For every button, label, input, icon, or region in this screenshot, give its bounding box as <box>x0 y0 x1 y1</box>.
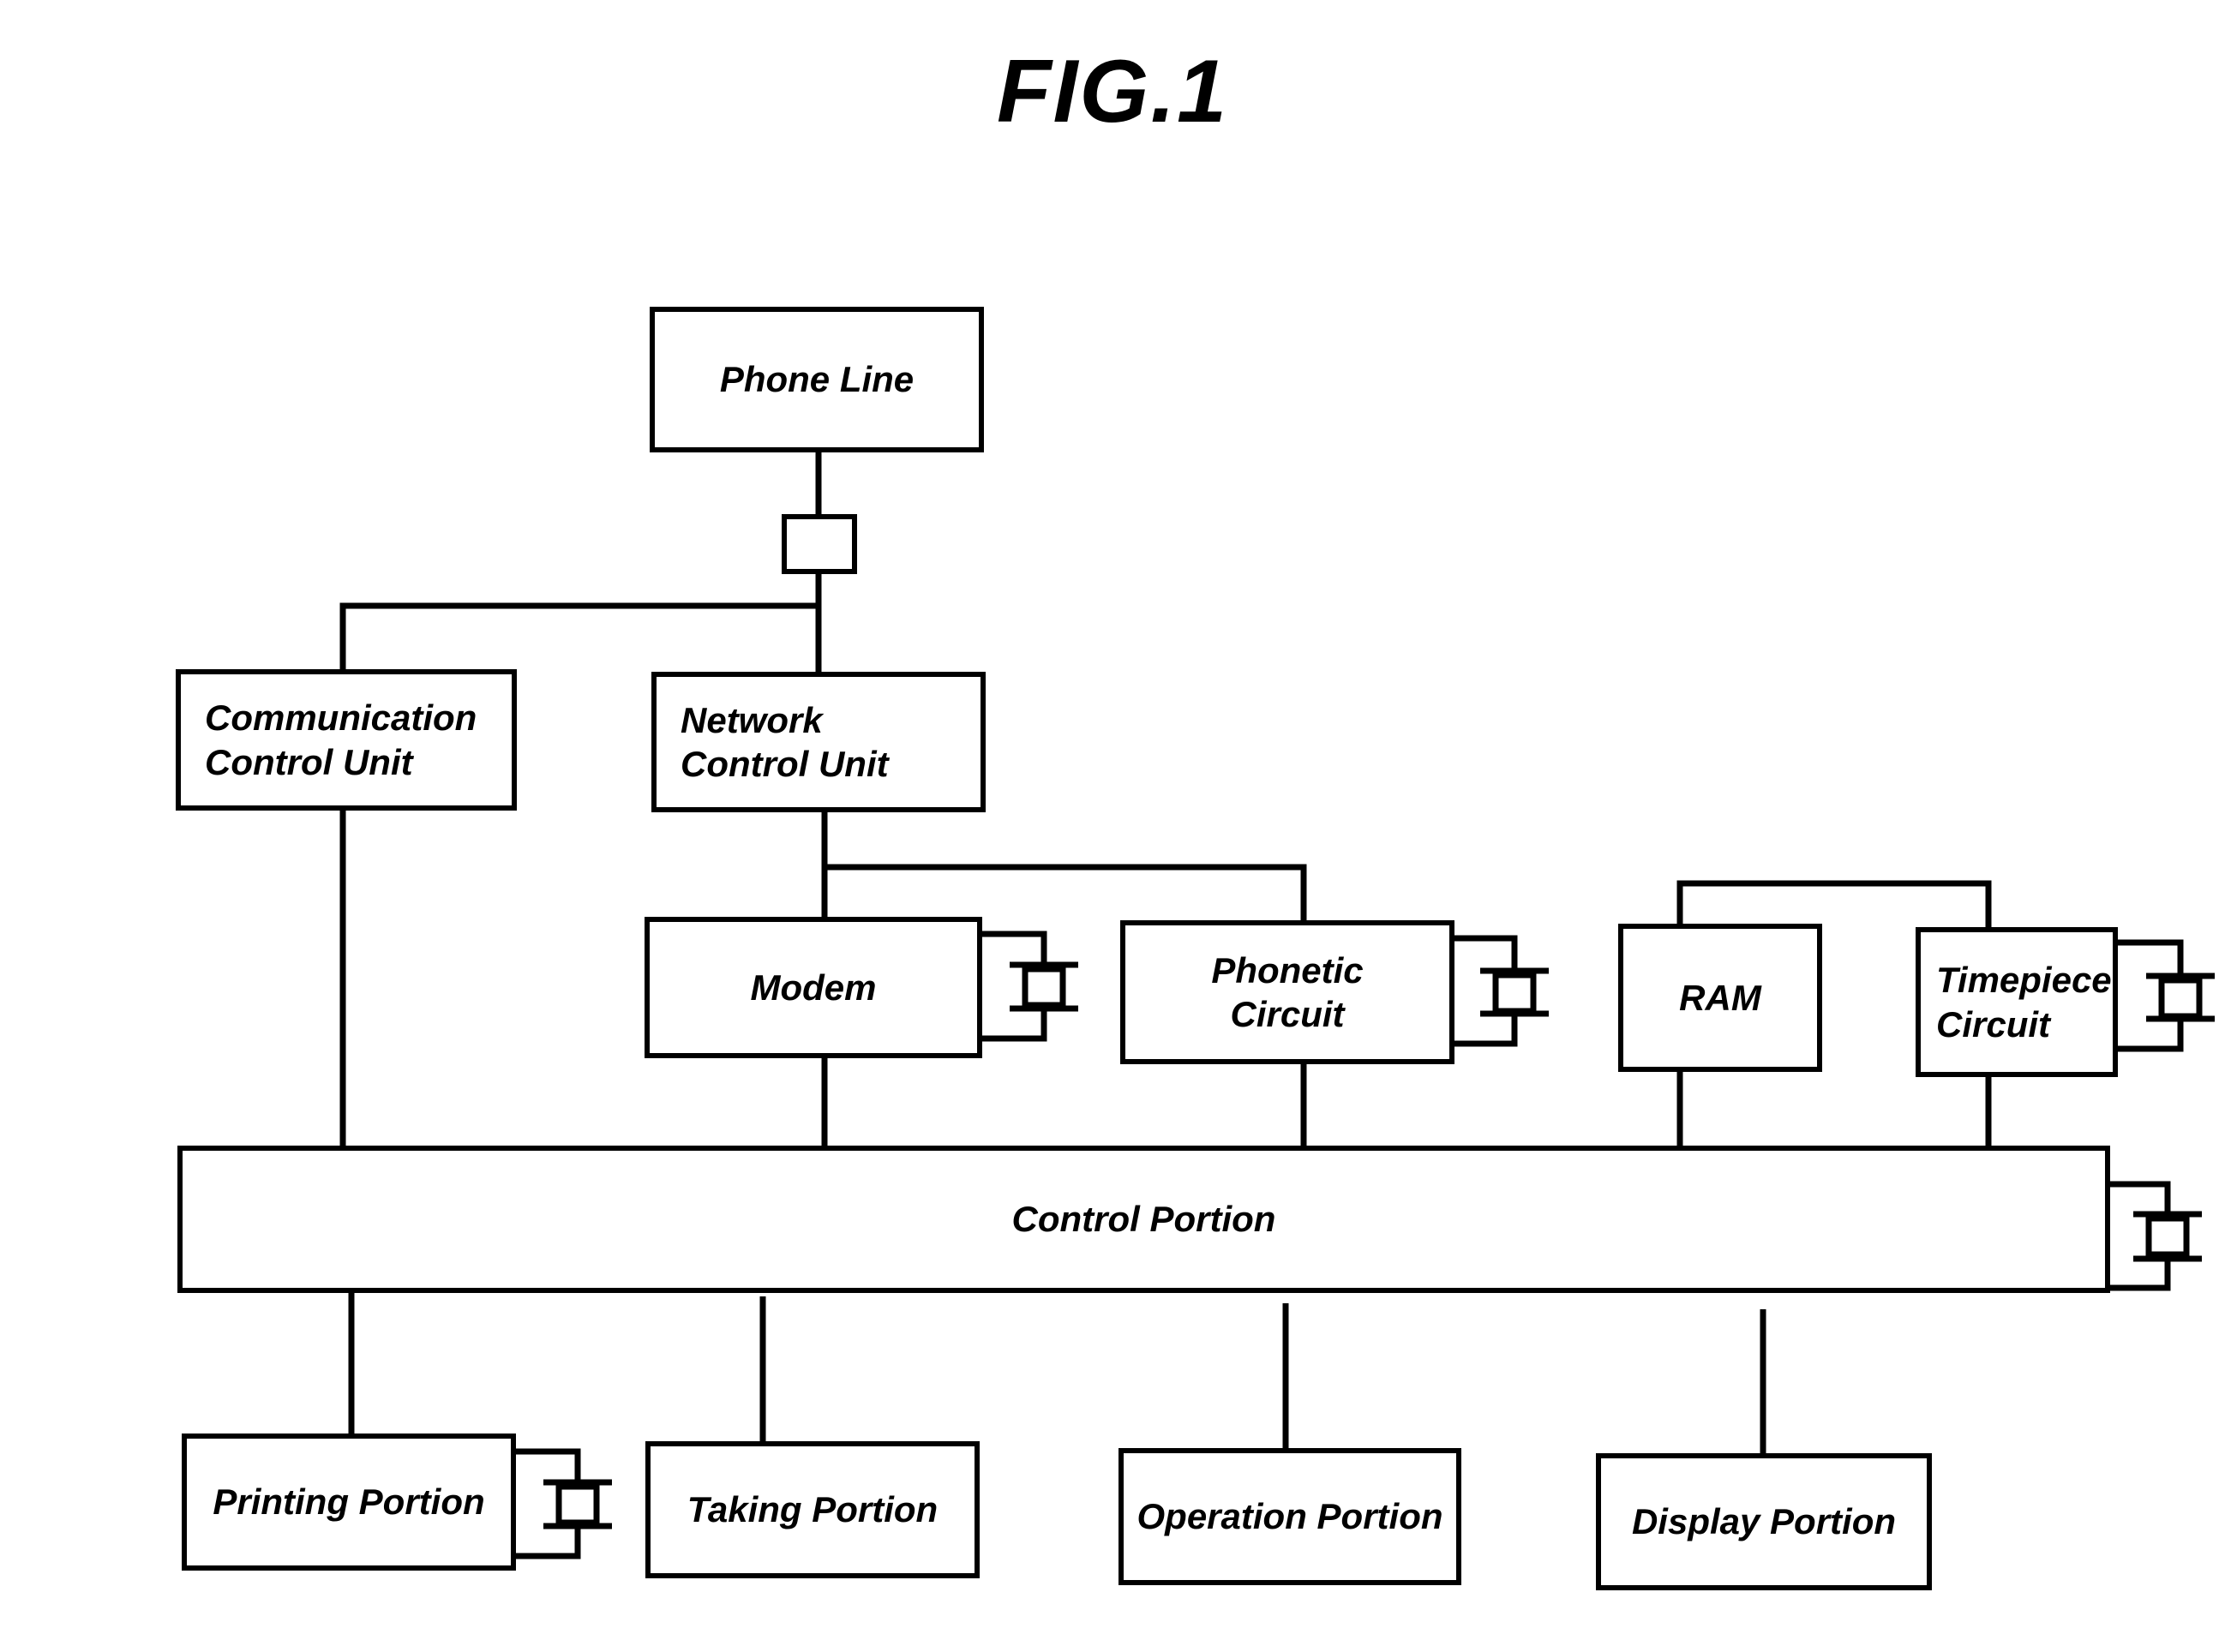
node-ram-label: RAM <box>1679 977 1761 1018</box>
node-network-control-unit[interactable]: Network Control Unit <box>651 672 986 812</box>
node-modem-label: Modem <box>750 967 877 1008</box>
node-printing-portion-label: Printing Portion <box>213 1481 485 1523</box>
side-terminal-printing <box>514 1448 612 1559</box>
figure-canvas: FIG.1 Phone Line Communication Control U… <box>0 0 2225 1652</box>
node-timepiece-circuit-label: Timepiece Circuit <box>1936 960 2112 1044</box>
node-operation-portion-label: Operation Portion <box>1136 1496 1443 1537</box>
node-printing-portion[interactable]: Printing Portion <box>182 1434 516 1571</box>
node-modem[interactable]: Modem <box>645 917 982 1058</box>
node-phonetic-circuit-label: Phonetic Circuit <box>1211 949 1364 1034</box>
node-operation-portion[interactable]: Operation Portion <box>1118 1448 1461 1585</box>
node-control-portion[interactable]: Control Portion <box>177 1146 2110 1293</box>
wire-ncu-to-phonetic <box>825 864 1307 924</box>
side-terminal-timepiece <box>2117 939 2215 1052</box>
node-phone-line[interactable]: Phone Line <box>650 307 984 452</box>
line-jack-symbol <box>782 514 857 574</box>
side-terminal-control <box>2104 1181 2202 1291</box>
node-timepiece-circuit[interactable]: Timepiece Circuit <box>1916 927 2118 1077</box>
node-ram[interactable]: RAM <box>1618 924 1822 1072</box>
node-communication-control-unit[interactable]: Communication Control Unit <box>176 669 517 811</box>
node-network-control-unit-label: Network Control Unit <box>681 699 889 784</box>
node-taking-portion-label: Taking Portion <box>687 1489 939 1530</box>
node-phone-line-label: Phone Line <box>719 359 915 400</box>
side-terminal-phonetic <box>1451 935 1549 1047</box>
node-control-portion-label: Control Portion <box>1011 1199 1276 1240</box>
node-communication-control-unit-label: Communication Control Unit <box>205 697 477 782</box>
node-phonetic-circuit[interactable]: Phonetic Circuit <box>1120 920 1454 1064</box>
connection-lines <box>339 450 2215 1559</box>
node-taking-portion[interactable]: Taking Portion <box>645 1441 980 1578</box>
node-display-portion[interactable]: Display Portion <box>1596 1453 1932 1590</box>
node-display-portion-label: Display Portion <box>1631 1501 1897 1542</box>
side-terminal-modem <box>981 931 1078 1042</box>
wire-phoneline-to-ccu <box>339 602 819 673</box>
